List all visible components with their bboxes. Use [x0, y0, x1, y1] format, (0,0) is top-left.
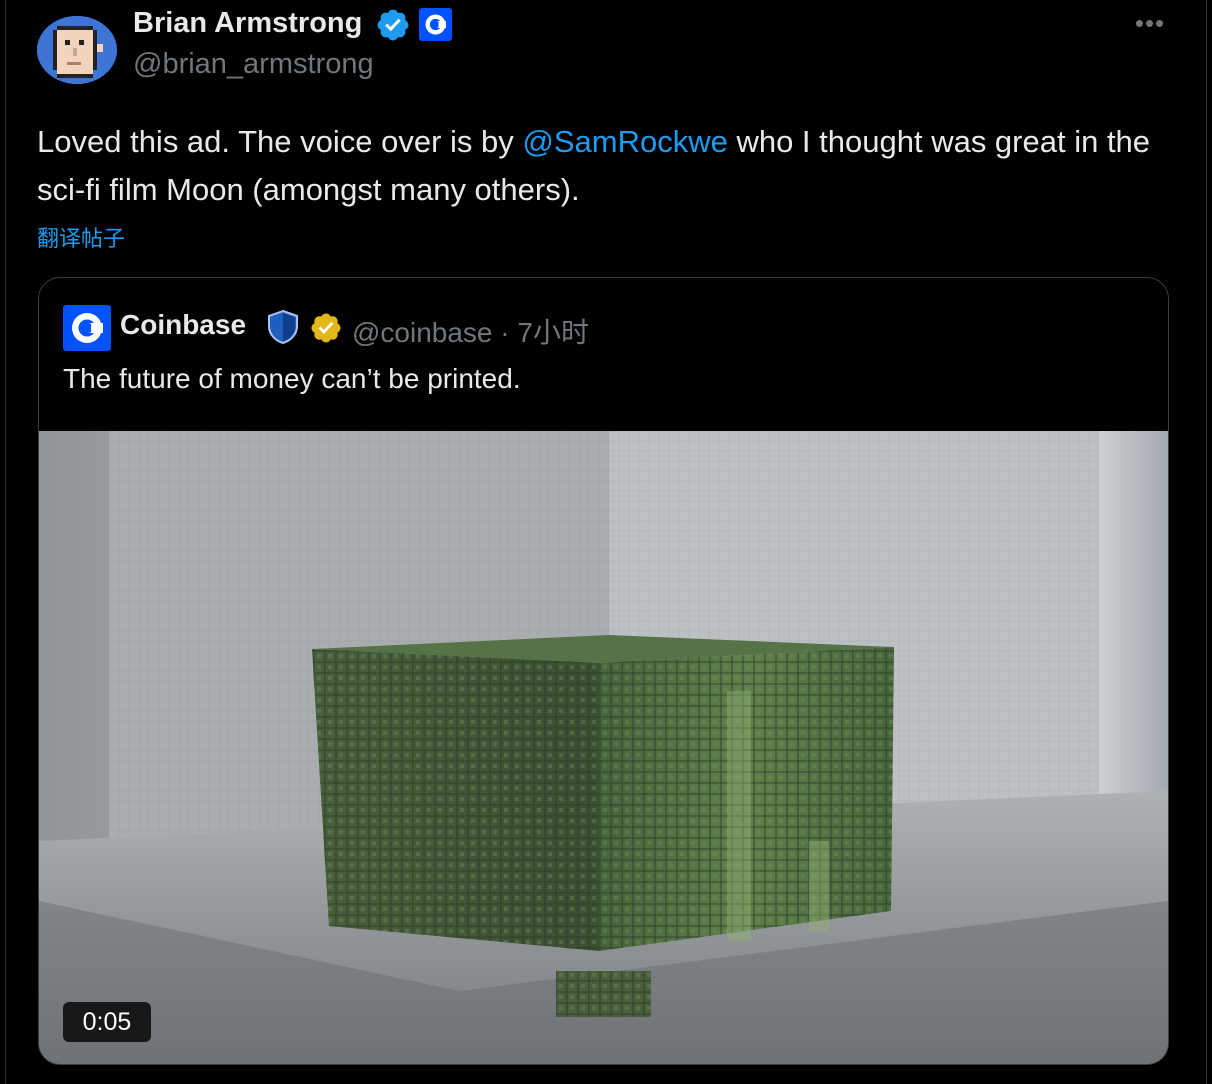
quoted-author-name[interactable]: Coinbase: [120, 309, 246, 341]
video-duration-badge: 0:05: [63, 1002, 151, 1042]
timeline-border-left: [5, 0, 6, 1084]
more-options-icon[interactable]: •••: [1128, 6, 1172, 40]
author-handle[interactable]: @brian_armstrong: [133, 48, 374, 81]
coinbase-logo-icon: [63, 305, 111, 351]
tweet-text-part: Loved this ad. The voice over is by: [37, 124, 523, 159]
verified-badge-icon: [377, 9, 409, 41]
green-pixel-cube-video: [39, 431, 1168, 1064]
video-thumbnail[interactable]: 0:05: [39, 431, 1168, 1064]
coinbase-affiliation-badge-icon[interactable]: [419, 8, 452, 41]
gold-verified-badge-icon: [311, 313, 341, 343]
shield-icon: [268, 309, 298, 345]
mention-link[interactable]: @SamRockwe: [522, 124, 727, 159]
quoted-tweet-card[interactable]: Coinbase @coinbase · 7小时 The future of m…: [38, 277, 1169, 1065]
tweet-text: Loved this ad. The voice over is by @Sam…: [37, 118, 1177, 214]
timeline-border-right: [1206, 0, 1207, 1084]
quoted-tweet-text: The future of money can’t be printed.: [63, 363, 521, 394]
translate-post-link[interactable]: 翻译帖子: [37, 221, 125, 253]
author-name[interactable]: Brian Armstrong: [133, 7, 362, 40]
quoted-handle-time[interactable]: @coinbase · 7小时: [352, 311, 589, 351]
author-avatar[interactable]: [37, 16, 117, 84]
